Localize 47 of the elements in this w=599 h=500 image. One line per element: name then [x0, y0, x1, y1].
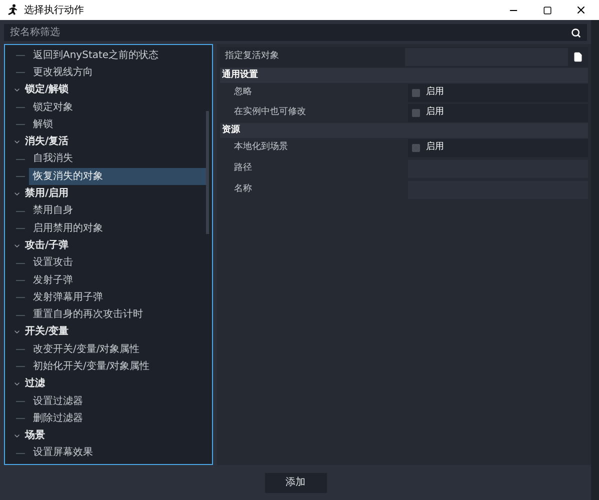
section-header: 通用设置 — [220, 68, 588, 83]
running-figure-icon — [6, 4, 18, 16]
close-icon — [575, 4, 587, 16]
tree-category[interactable]: 锁定/解锁 — [25, 85, 69, 96]
tree-item[interactable]: 初始化开关/变量/对象属性 — [29, 358, 206, 376]
property-label: 在实例中也可修改 — [233, 106, 307, 120]
tree-item[interactable]: 更改视线方向 — [29, 64, 206, 82]
property-label: 指定复活对象 — [224, 50, 280, 64]
tree-item[interactable]: 启用禁用的对象 — [29, 220, 206, 238]
property-label: 路径 — [233, 162, 253, 175]
tree-category[interactable]: 禁用/启用 — [25, 189, 69, 200]
tree-item[interactable]: 恢复消失的对象 — [29, 168, 206, 186]
filter-field[interactable]: 按名称筛选 — [4, 24, 587, 41]
checkbox-label: 启用 — [426, 141, 444, 154]
add-button[interactable]: 添加 — [264, 472, 326, 492]
tree-category[interactable]: 攻击/子弹 — [25, 240, 69, 251]
checkbox[interactable] — [412, 109, 420, 117]
tree-item[interactable]: 改变开关/变量/对象属性 — [29, 341, 206, 358]
tree-item[interactable]: 删除过滤器 — [29, 410, 206, 428]
window-title: 选择执行动作 — [24, 4, 85, 18]
tree-category[interactable]: 场景 — [25, 431, 45, 442]
tree-item[interactable]: 发射弹幕用子弹 — [29, 289, 206, 306]
tree-item[interactable]: 锁定对象 — [29, 98, 206, 116]
tree-category[interactable]: 开关/变量 — [25, 327, 69, 338]
file-icon[interactable] — [573, 52, 583, 62]
scrollbar[interactable] — [206, 111, 209, 234]
checkbox[interactable] — [412, 144, 420, 152]
checkbox-label: 启用 — [426, 86, 444, 100]
property-label: 忽略 — [233, 86, 253, 100]
tree-item[interactable]: 返回到AnyState之前的状态 — [29, 47, 206, 64]
checkbox-label: 启用 — [426, 106, 444, 120]
tree-item[interactable]: 设置攻击 — [29, 254, 206, 272]
checkbox[interactable] — [412, 89, 420, 97]
property-label: 名称 — [233, 182, 253, 196]
section-header: 资源 — [220, 123, 588, 138]
tree-category[interactable]: 过滤 — [25, 379, 45, 390]
tree-category[interactable]: 消失/复活 — [25, 137, 69, 148]
tree-item[interactable]: 自我消失 — [29, 150, 206, 168]
tree-item[interactable]: 解锁 — [29, 116, 206, 134]
tree-item[interactable]: 设置过滤器 — [29, 392, 206, 410]
maximize-icon — [542, 6, 552, 14]
property-label: 本地化到场景 — [233, 141, 289, 154]
tree-item[interactable]: 发射子弹 — [29, 272, 206, 290]
tree-item[interactable]: 重置自身的再次攻击计时 — [29, 306, 206, 324]
search-icon[interactable] — [571, 28, 581, 38]
tree-item[interactable]: 设置屏幕效果 — [29, 444, 206, 462]
tree-item[interactable]: 禁用自身 — [29, 202, 206, 220]
